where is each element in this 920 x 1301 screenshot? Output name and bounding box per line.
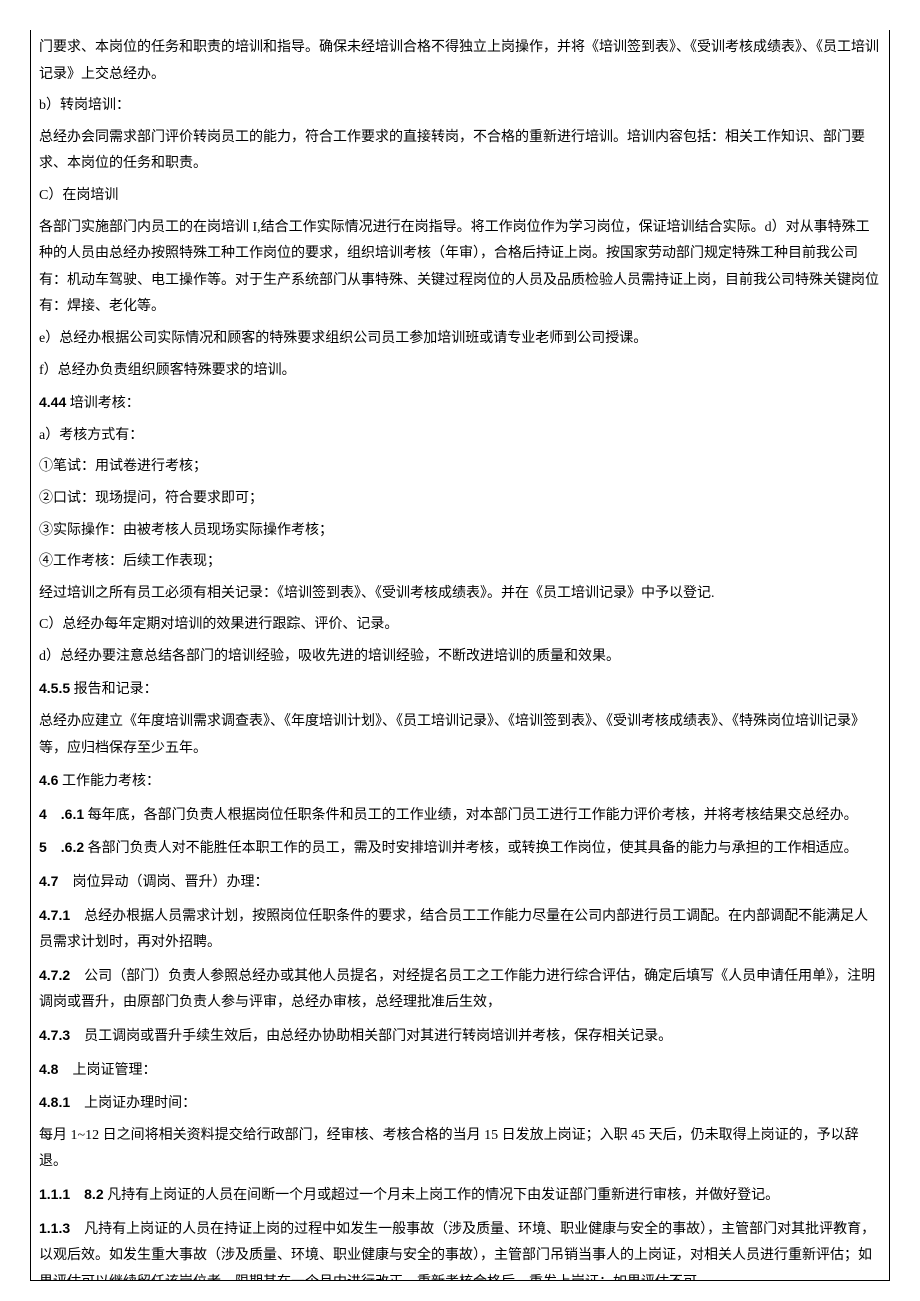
paragraph: 1.1.1 8.2 凡持有上岗证的人员在间断一个月或超过一个月未上岗工作的情况下… — [39, 1181, 881, 1210]
paragraph: 总经办会同需求部门评价转岗员工的能力，符合工作要求的直接转岗，不合格的重新进行培… — [39, 125, 881, 178]
paragraph: C）在岗培训 — [39, 183, 881, 210]
paragraph: 4.8.1 上岗证办理时间： — [39, 1089, 881, 1118]
paragraph-text: 工作能力考核： — [58, 774, 160, 789]
paragraph: ①笔试：用试卷进行考核； — [39, 454, 881, 481]
section-number: 1.1.3 — [39, 1220, 70, 1236]
paragraph: C）总经办每年定期对培训的效果进行跟踪、评价、记录。 — [39, 612, 881, 639]
section-number: 4.44 — [39, 394, 66, 410]
paragraph-text: 报告和记录： — [70, 682, 158, 697]
paragraph-text: 凡持有上岗证的人员在持证上岗的过程中如发生一般事故（涉及质量、环境、职业健康与安… — [39, 1222, 875, 1281]
section-number: 4.7.3 — [39, 1027, 70, 1043]
paragraph-text: 员工调岗或晋升手续生效后，由总经办协助相关部门对其进行转岗培训并考核，保存相关记… — [70, 1029, 672, 1044]
paragraph-text: 上岗证管理： — [58, 1063, 156, 1078]
section-number: 1.1.1 8.2 — [39, 1186, 104, 1202]
paragraph: 4 .6.1 每年底，各部门负责人根据岗位任职条件和员工的工作业绩，对本部门员工… — [39, 801, 881, 830]
document-body: 门要求、本岗位的任务和职责的培训和指导。确保未经培训合格不得独立上岗操作，并将《… — [39, 35, 881, 1281]
paragraph-text: 各部门负责人对不能胜任本职工作的员工，需及时安排培训并考核，或转换工作岗位，使其… — [84, 841, 858, 856]
paragraph: f）总经办负责组织顾客特殊要求的培训。 — [39, 358, 881, 385]
paragraph: 经过培训之所有员工必须有相关记录：《培训签到表》、《受训考核成绩表》。并在《员工… — [39, 581, 881, 608]
paragraph: e）总经办根据公司实际情况和顾客的特殊要求组织公司员工参加培训班或请专业老师到公… — [39, 326, 881, 353]
paragraph-text: 凡持有上岗证的人员在间断一个月或超过一个月未上岗工作的情况下由发证部门重新进行审… — [104, 1188, 780, 1203]
paragraph: a）考核方式有： — [39, 423, 881, 450]
section-number: 4.5.5 — [39, 680, 70, 696]
paragraph-text: 公司（部门）负责人参照总经办或其他人员提名，对经提名员工之工作能力进行综合评估，… — [39, 969, 875, 1011]
section-number: 4.7.1 — [39, 907, 70, 923]
paragraph-text: 上岗证办理时间： — [70, 1096, 196, 1111]
paragraph: 4.7.3 员工调岗或晋升手续生效后，由总经办协助相关部门对其进行转岗培训并考核… — [39, 1022, 881, 1051]
paragraph: ④工作考核：后续工作表现； — [39, 549, 881, 576]
paragraph: 4.44 培训考核： — [39, 389, 881, 418]
paragraph: 4.7.1 总经办根据人员需求计划，按照岗位任职条件的要求，结合员工工作能力尽量… — [39, 902, 881, 957]
section-number: 4 .6.1 — [39, 806, 84, 822]
paragraph: 1.1.3 凡持有上岗证的人员在持证上岗的过程中如发生一般事故（涉及质量、环境、… — [39, 1215, 881, 1281]
paragraph: d）总经办要注意总结各部门的培训经验，吸收先进的培训经验，不断改进培训的质量和效… — [39, 644, 881, 671]
section-number: 4.7 — [39, 873, 58, 889]
paragraph: 4.8 上岗证管理： — [39, 1056, 881, 1085]
paragraph: 门要求、本岗位的任务和职责的培训和指导。确保未经培训合格不得独立上岗操作，并将《… — [39, 35, 881, 88]
paragraph-text: 岗位异动（调岗、晋升）办理： — [58, 875, 268, 890]
paragraph: ②口试：现场提问，符合要求即可； — [39, 486, 881, 513]
paragraph: ③实际操作：由被考核人员现场实际操作考核； — [39, 518, 881, 545]
paragraph: 各部门实施部门内员工的在岗培训 I,结合工作实际情况进行在岗指导。将工作岗位作为… — [39, 215, 881, 321]
paragraph: 4.6 工作能力考核： — [39, 767, 881, 796]
section-number: 4.6 — [39, 772, 58, 788]
paragraph: 4.7 岗位异动（调岗、晋升）办理： — [39, 868, 881, 897]
paragraph: 4.7.2 公司（部门）负责人参照总经办或其他人员提名，对经提名员工之工作能力进… — [39, 962, 881, 1017]
section-number: 5 .6.2 — [39, 839, 84, 855]
paragraph: 4.5.5 报告和记录： — [39, 675, 881, 704]
section-number: 4.8.1 — [39, 1094, 70, 1110]
section-number: 4.8 — [39, 1061, 58, 1077]
paragraph-text: 总经办根据人员需求计划，按照岗位任职条件的要求，结合员工工作能力尽量在公司内部进… — [39, 909, 868, 951]
paragraph: 5 .6.2 各部门负责人对不能胜任本职工作的员工，需及时安排培训并考核，或转换… — [39, 834, 881, 863]
paragraph: b）转岗培训： — [39, 93, 881, 120]
section-number: 4.7.2 — [39, 967, 70, 983]
paragraph: 总经办应建立《年度培训需求调查表》、《年度培训计划》、《员工培训记录》、《培训签… — [39, 709, 881, 762]
paragraph-text: 每年底，各部门负责人根据岗位任职条件和员工的工作业绩，对本部门员工进行工作能力评… — [84, 808, 858, 823]
paragraph-text: 培训考核： — [66, 396, 140, 411]
paragraph: 每月 1~12 日之间将相关资料提交给行政部门，经审核、考核合格的当月 15 日… — [39, 1123, 881, 1176]
document-page-frame: 门要求、本岗位的任务和职责的培训和指导。确保未经培训合格不得独立上岗操作，并将《… — [30, 30, 890, 1281]
